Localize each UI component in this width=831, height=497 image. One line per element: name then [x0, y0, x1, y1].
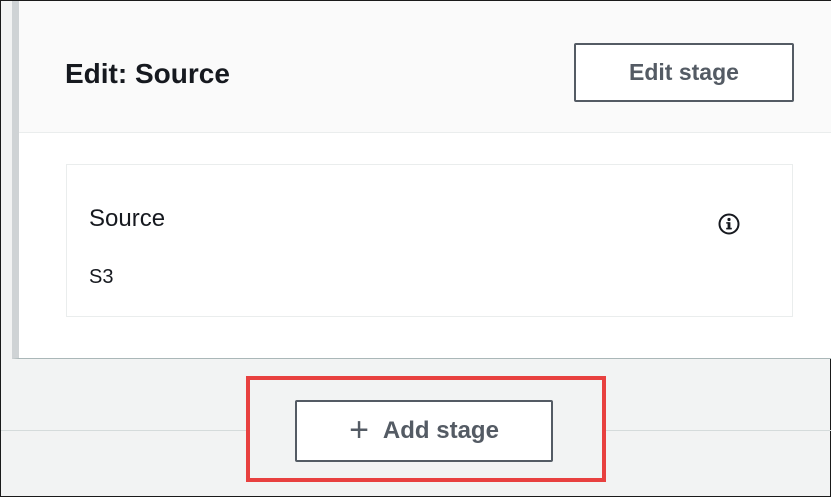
stage-header: Edit: Source Edit stage [19, 1, 831, 133]
stage-title: Edit: Source [65, 58, 230, 89]
add-stage-button[interactable]: + Add stage [295, 400, 553, 462]
edit-stage-button[interactable]: Edit stage [574, 43, 794, 102]
info-circle-icon[interactable] [718, 213, 740, 235]
plus-icon: + [349, 411, 369, 449]
action-card[interactable]: Source S3 [66, 164, 793, 317]
divider-right [606, 430, 831, 431]
add-stage-label: Add stage [382, 417, 499, 444]
action-provider: S3 [89, 266, 114, 288]
action-name: Source [89, 205, 166, 232]
pipeline-editor: Edit: Source Edit stage Source S3 + Add … [0, 0, 831, 497]
divider-left [1, 430, 246, 431]
stage-card-source: Edit: Source Edit stage Source S3 [12, 1, 831, 359]
